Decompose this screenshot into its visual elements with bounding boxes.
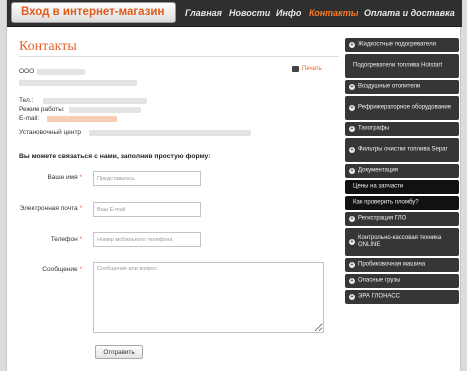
redacted-address — [19, 80, 137, 86]
sidebar-item-label: Жидкостные подогреватели — [358, 41, 436, 48]
submit-button[interactable]: Отправить — [95, 345, 143, 359]
redacted-phone — [43, 98, 147, 104]
sidebar-item-separ-filters[interactable]: + Фильтры очистки топлива Separ — [345, 138, 459, 162]
plus-bullet-icon: + — [349, 294, 355, 300]
plus-bullet-icon: + — [349, 42, 355, 48]
sidebar-item-liquid-heaters[interactable]: + Жидкостные подогреватели — [345, 38, 459, 52]
sidebar-item-refrigeration[interactable]: + Рефрижераторное оборудование — [345, 96, 459, 120]
email-input[interactable] — [93, 202, 201, 217]
sidebar-item-air-heaters[interactable]: + Воздушные отопители — [345, 80, 459, 94]
sidebar-item-fuel-heaters-hotstart[interactable]: Подогреватели топлива Hotstart — [345, 54, 459, 78]
sidebar-item-glo-registration[interactable]: + Регистрация ГЛО — [345, 212, 459, 226]
plus-bullet-icon: + — [349, 168, 355, 174]
install-center-label: Установочный центр — [19, 129, 82, 136]
plus-bullet-icon: + — [349, 84, 355, 90]
company-prefix: ООО — [19, 68, 35, 75]
nav-home[interactable]: Главная — [185, 8, 222, 18]
form-intro: Вы можете связаться с нами, заполнив про… — [19, 153, 211, 160]
sidebar-item-label: Тахографы — [358, 125, 390, 132]
plus-bullet-icon: + — [349, 216, 355, 222]
sidebar-item-label: Как проверить пломбу? — [353, 199, 419, 206]
nav-info[interactable]: Инфо — [276, 8, 301, 18]
sidebar-item-tachographs[interactable]: + Тахографы — [345, 122, 459, 136]
sidebar-item-label: ЭРА ГЛОНАСС — [358, 293, 400, 300]
sidebar-item-check-seal[interactable]: Как проверить пломбу? — [345, 196, 459, 210]
nav-payment-delivery[interactable]: Оплата и доставка — [364, 8, 455, 18]
sidebar-item-label: Фильтры очистки топлива Separ — [358, 146, 448, 153]
store-login-button[interactable]: Вход в интернет-магазин — [11, 2, 176, 23]
phone-field-label: Телефон * — [50, 236, 82, 243]
nav-contacts[interactable]: Контакты — [309, 8, 358, 18]
plus-bullet-icon: + — [349, 105, 355, 111]
page-frame: Вход в интернет-магазин Главная Новости … — [6, 0, 462, 371]
name-input[interactable] — [93, 171, 201, 186]
sidebar-item-era-glonass[interactable]: + ЭРА ГЛОНАСС — [345, 290, 459, 304]
print-link[interactable]: Печать — [302, 66, 322, 72]
redacted-email-link[interactable] — [47, 116, 117, 122]
phone-label: Тел.: — [19, 97, 34, 104]
sidebar-item-documentation[interactable]: + Документация — [345, 164, 459, 178]
email-field-label: Электронная почта * — [19, 205, 82, 212]
phone-input[interactable] — [93, 232, 201, 247]
sidebar-item-label: Регистрация ГЛО — [358, 215, 407, 222]
redacted-install-center — [89, 130, 251, 136]
sidebar-item-label: Подогреватели топлива Hotstart — [353, 62, 443, 69]
printer-icon[interactable] — [292, 66, 299, 72]
plus-bullet-icon: + — [349, 147, 355, 153]
sidebar-item-label: Пробиковочная машина — [358, 261, 426, 268]
title-divider — [19, 56, 339, 57]
sidebar-item-label: Воздушные отопители — [358, 83, 421, 90]
sidebar-item-dangerous-goods[interactable]: + Опасные грузы — [345, 274, 459, 288]
plus-bullet-icon: + — [349, 239, 355, 245]
hours-label: Режим работы: — [19, 106, 65, 113]
sidebar-item-label: Документация — [358, 167, 398, 174]
redacted-company-name — [37, 69, 85, 75]
redacted-hours — [69, 107, 141, 113]
plus-bullet-icon: + — [349, 126, 355, 132]
nav-news[interactable]: Новости — [229, 8, 270, 18]
message-field-label: Сообщение * — [42, 266, 82, 273]
sidebar-item-label: Контрольно-кассовая техника ONLINE — [358, 235, 442, 248]
sidebar-item-label: Цены на запчасти — [353, 183, 404, 190]
plus-bullet-icon: + — [349, 262, 355, 268]
sidebar-item-label: Опасные грузы — [358, 277, 401, 284]
sidebar-item-cash-registers-online[interactable]: + Контрольно-кассовая техника ONLINE — [345, 228, 459, 256]
sidebar-item-label: Рефрижераторное оборудование — [358, 104, 452, 111]
plus-bullet-icon: + — [349, 278, 355, 284]
email-label: E-mail: — [19, 115, 40, 122]
top-navigation-bar: Вход в интернет-магазин Главная Новости … — [7, 0, 462, 27]
sidebar-item-punching-machine[interactable]: + Пробиковочная машина — [345, 258, 459, 272]
sidebar-item-spare-parts-prices[interactable]: Цены на запчасти — [345, 180, 459, 194]
message-textarea[interactable] — [93, 262, 324, 333]
name-field-label: Ваше имя * — [47, 174, 82, 181]
page-title: Контакты — [19, 39, 77, 54]
